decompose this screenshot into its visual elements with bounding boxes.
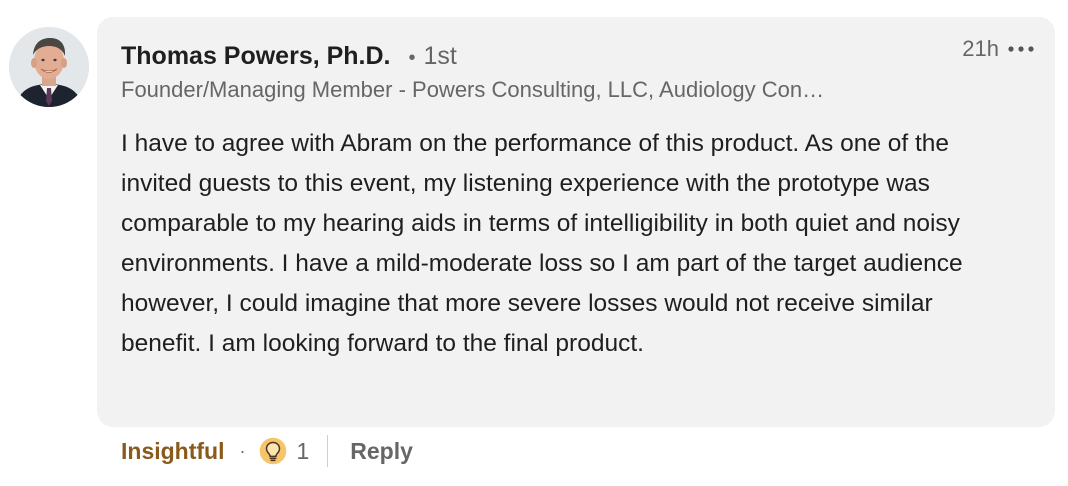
- comment-actions: Insightful · 1 Reply: [121, 432, 413, 470]
- more-options-icon[interactable]: [1005, 35, 1037, 63]
- avatar-photo: [9, 27, 89, 107]
- connection-degree-label: 1st: [423, 41, 457, 70]
- connection-degree: • 1st: [408, 41, 457, 70]
- author-headline: Founder/Managing Member - Powers Consult…: [121, 77, 825, 102]
- reaction-count[interactable]: 1: [296, 438, 309, 465]
- reply-button[interactable]: Reply: [350, 438, 413, 465]
- comment-meta: 21h: [962, 35, 1037, 63]
- comment-timestamp: 21h: [962, 36, 999, 61]
- action-divider: [327, 435, 329, 467]
- lightbulb-icon[interactable]: [258, 436, 289, 466]
- comment-bubble: Thomas Powers, Ph.D. • 1st Founder/Managi…: [97, 17, 1055, 427]
- reaction-button[interactable]: Insightful: [121, 438, 224, 465]
- author-row: Thomas Powers, Ph.D. • 1st: [121, 39, 457, 73]
- author-avatar[interactable]: [9, 27, 89, 107]
- separator-dot: ·: [239, 440, 246, 461]
- comment-item: Thomas Powers, Ph.D. • 1st Founder/Managi…: [0, 0, 1068, 486]
- author-name[interactable]: Thomas Powers, Ph.D.: [121, 42, 391, 71]
- comment-body: I have to agree with Abram on the perfor…: [121, 130, 963, 357]
